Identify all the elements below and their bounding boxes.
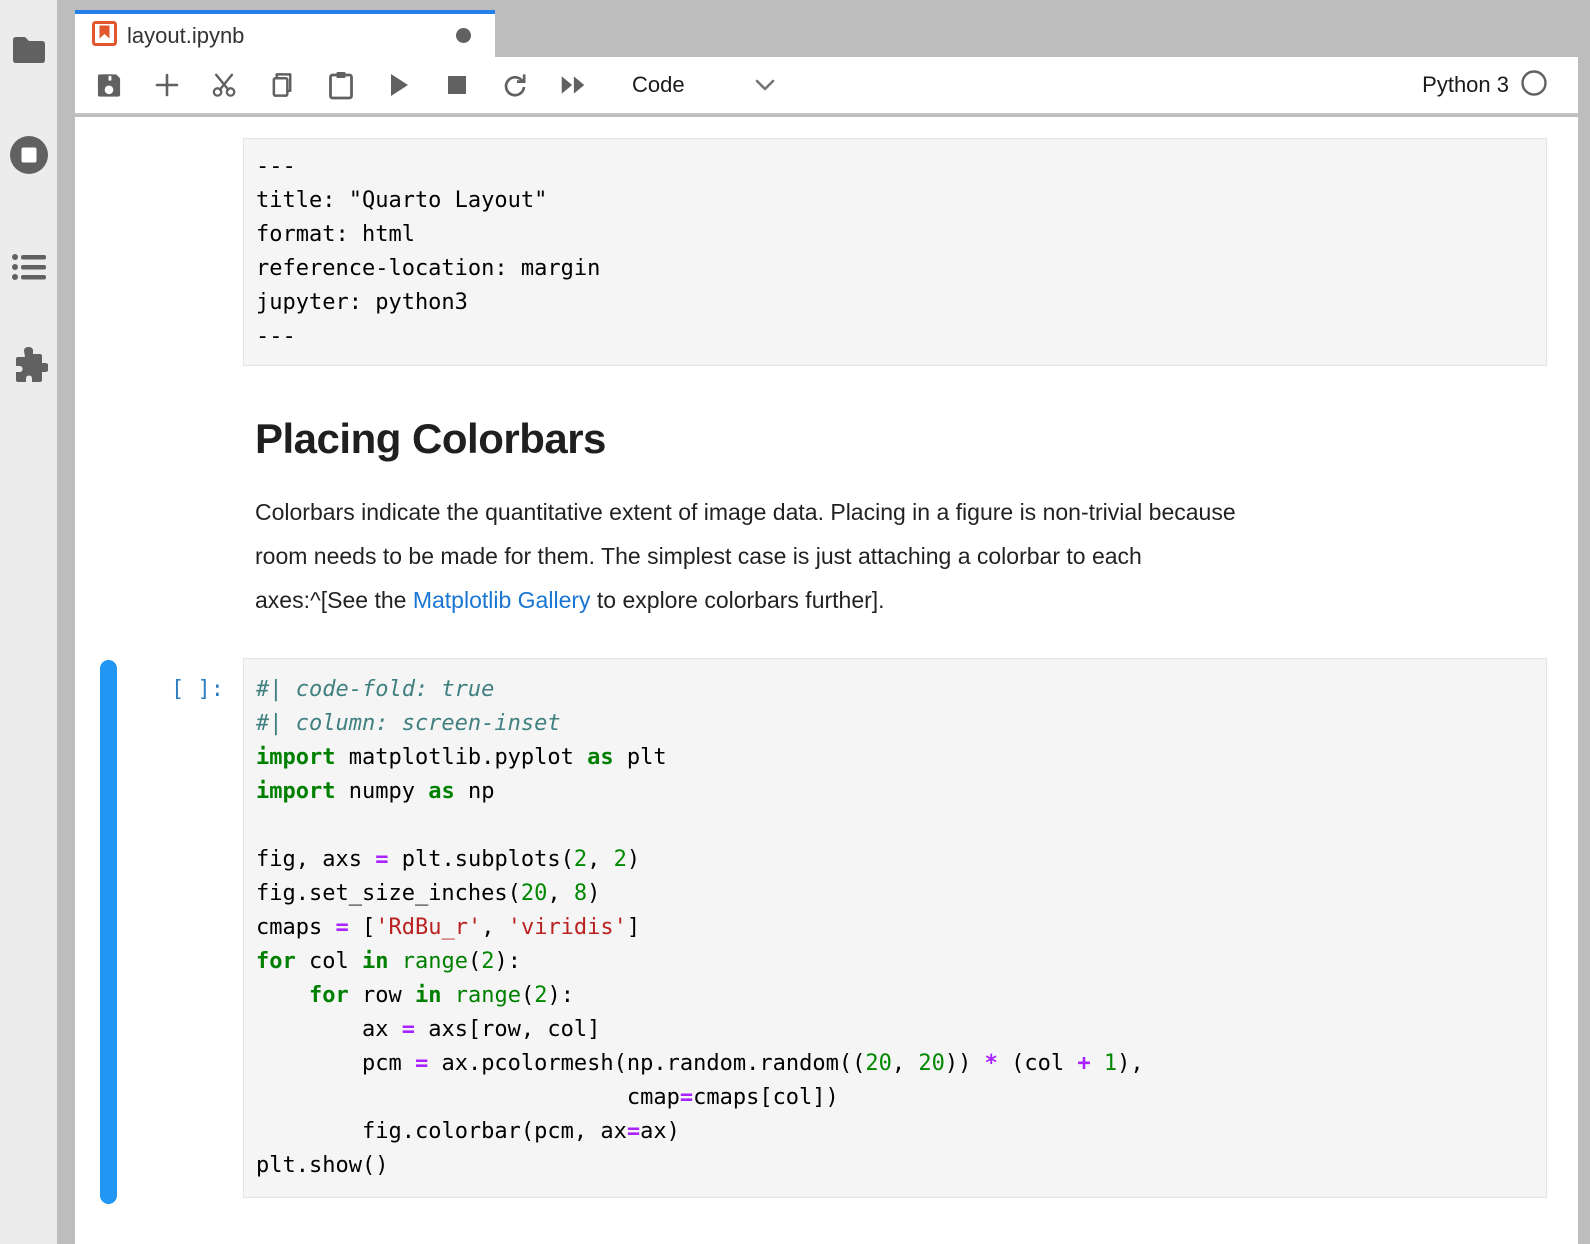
raw-cell-source[interactable]: ---title: "Quarto Layout"format: htmlref…	[243, 138, 1547, 366]
paste-cells-button[interactable]	[328, 70, 354, 100]
kernel-indicator[interactable]: Python 3	[1422, 70, 1547, 101]
markdown-heading: Placing Colorbars	[255, 416, 1547, 462]
active-cell-collapser[interactable]	[100, 660, 117, 1204]
run-icon	[388, 72, 410, 98]
cell-input-prompt: [ ]:	[171, 673, 224, 707]
code-cell-source[interactable]: #| code-fold: true#| column: screen-inse…	[243, 658, 1547, 1198]
run-all-cells-button[interactable]	[560, 70, 586, 100]
restart-icon	[502, 72, 528, 99]
fast-forward-icon	[560, 73, 586, 97]
stop-icon	[447, 75, 467, 95]
cell-type-dropdown[interactable]: Code	[632, 72, 775, 98]
sidebar-item-extension-manager[interactable]	[0, 344, 57, 388]
save-icon	[96, 72, 122, 99]
sidebar-item-file-browser[interactable]	[0, 28, 57, 72]
folder-icon	[11, 36, 47, 64]
kernel-status-icon	[1521, 70, 1547, 101]
matplotlib-gallery-link[interactable]: Matplotlib Gallery	[413, 587, 591, 613]
kernel-name: Python 3	[1422, 72, 1509, 98]
paste-icon	[328, 71, 354, 100]
stop-circle-icon	[9, 135, 49, 175]
sidebar-item-table-of-contents[interactable]	[0, 245, 57, 289]
tab-layout-ipynb[interactable]: layout.ipynb	[75, 10, 495, 57]
notebook-toolbar: Code Python 3	[75, 57, 1578, 115]
list-icon	[12, 252, 46, 282]
restart-kernel-button[interactable]	[502, 70, 528, 100]
chevron-down-icon	[755, 79, 775, 91]
code-cell: [ ]: #| code-fold: true#| column: screen…	[100, 658, 1578, 1210]
left-activity-bar	[0, 0, 57, 1244]
puzzle-icon	[10, 347, 48, 385]
copy-cells-button[interactable]	[270, 70, 296, 100]
copy-icon	[270, 71, 296, 100]
tab-title: layout.ipynb	[127, 23, 244, 49]
interrupt-kernel-button[interactable]	[444, 70, 470, 100]
notebook-file-icon	[92, 21, 117, 51]
run-cell-button[interactable]	[386, 70, 412, 100]
cell-type-value: Code	[632, 72, 685, 98]
plus-icon	[154, 72, 180, 98]
insert-cell-button[interactable]	[154, 70, 180, 100]
unsaved-changes-indicator	[456, 28, 471, 43]
notebook-content: ---title: "Quarto Layout"format: htmlref…	[75, 117, 1578, 1244]
save-button[interactable]	[96, 70, 122, 100]
cut-cells-button[interactable]	[212, 70, 238, 100]
scissors-icon	[212, 71, 238, 99]
markdown-paragraph: Colorbars indicate the quantitative exte…	[255, 490, 1547, 622]
sidebar-item-running-sessions[interactable]	[0, 133, 57, 177]
markdown-cell: Placing Colorbars Colorbars indicate the…	[255, 416, 1547, 622]
